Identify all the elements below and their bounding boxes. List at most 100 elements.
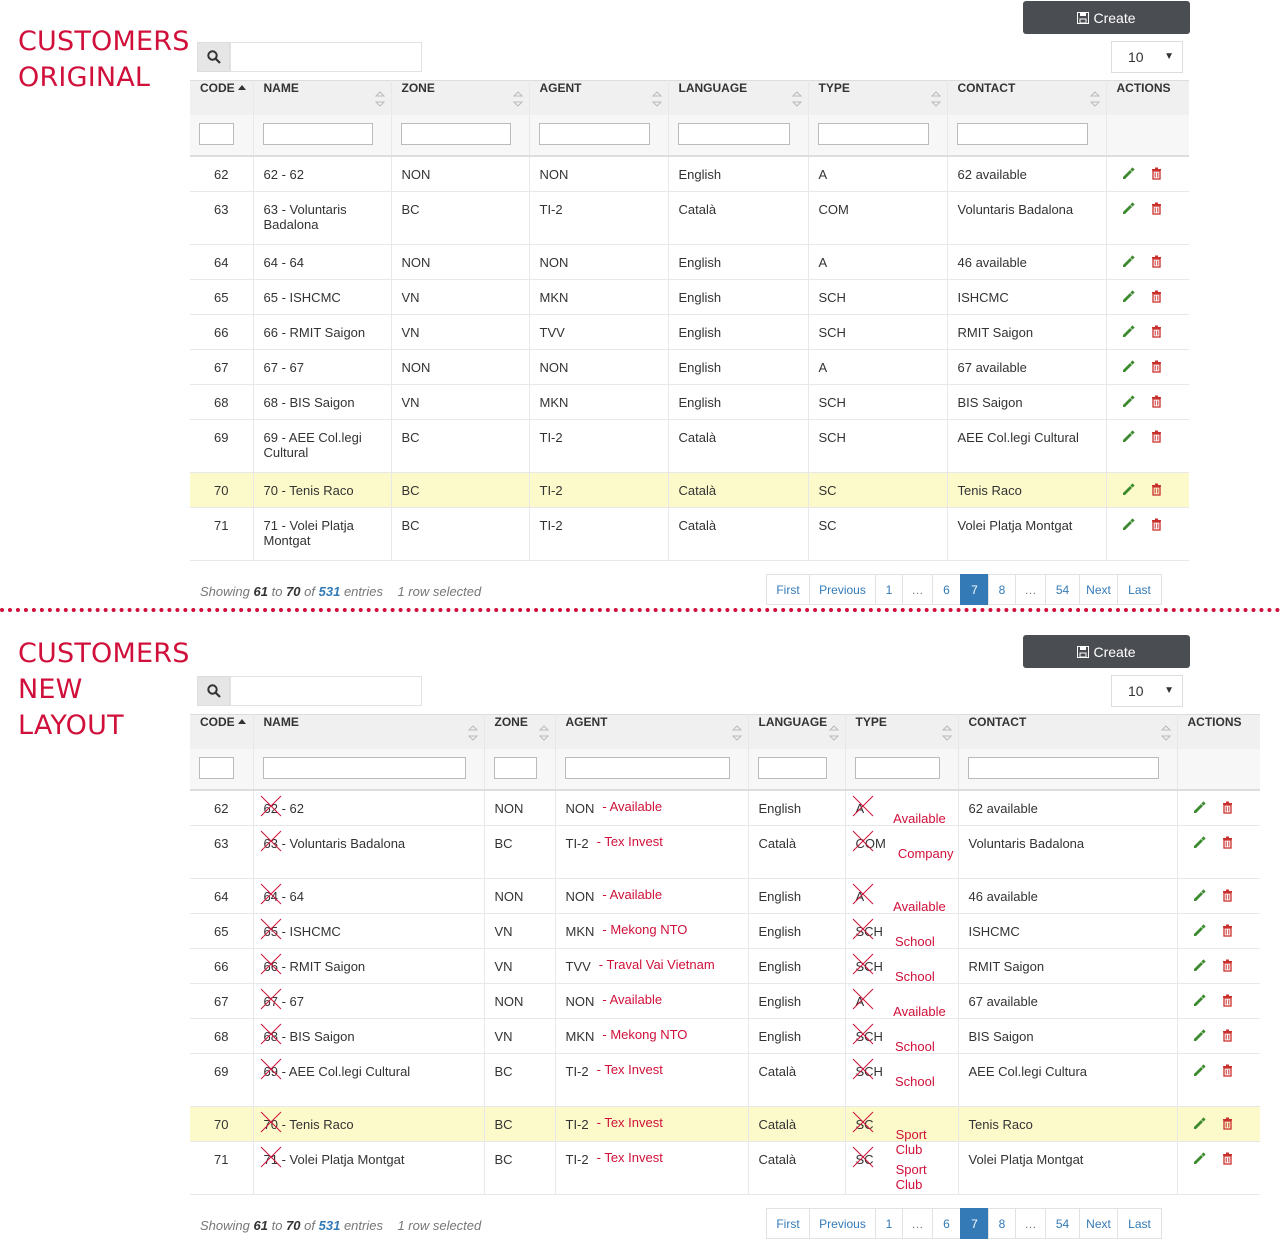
table-row[interactable]: 71 71 - Volei Platja Montgat BC TI-2 Català S… bbox=[190, 507, 1189, 561]
page-last[interactable]: Last bbox=[1117, 1208, 1162, 1239]
page-54[interactable]: 54 bbox=[1045, 574, 1080, 605]
table-row[interactable]: 6262 - 62NONNON- AvailableEnglishAAvaila… bbox=[190, 790, 1260, 826]
filter-input[interactable] bbox=[817, 123, 929, 145]
column-header-name[interactable]: NAME bbox=[253, 714, 485, 749]
delete-button[interactable] bbox=[1150, 202, 1163, 218]
edit-button[interactable] bbox=[1192, 835, 1206, 853]
table-row[interactable]: 67 67 - 67 NON NON English A 67 available bbox=[190, 349, 1189, 385]
filter-input[interactable] bbox=[493, 757, 537, 779]
delete-button[interactable] bbox=[1150, 483, 1163, 499]
edit-button[interactable] bbox=[1121, 482, 1135, 500]
edit-button[interactable] bbox=[1192, 923, 1206, 941]
page-first[interactable]: First bbox=[766, 574, 810, 605]
page-8[interactable]: 8 bbox=[988, 1208, 1016, 1239]
delete-button[interactable] bbox=[1150, 325, 1163, 341]
column-header-zone[interactable]: ZONE bbox=[484, 714, 556, 749]
delete-button[interactable] bbox=[1150, 430, 1163, 446]
page-7[interactable]: 7 bbox=[960, 574, 989, 605]
delete-button[interactable] bbox=[1150, 255, 1163, 271]
page-8[interactable]: 8 bbox=[988, 574, 1016, 605]
filter-input[interactable] bbox=[262, 123, 373, 145]
table-row[interactable]: 66 66 - RMIT Saigon VN TVV English SCH RMIT Sa… bbox=[190, 314, 1189, 350]
table-row[interactable]: 63 63 - Voluntaris Badalona BC TI-2- Tex In… bbox=[190, 825, 1260, 879]
page-first[interactable]: First bbox=[766, 1208, 810, 1239]
filter-input[interactable] bbox=[956, 123, 1088, 145]
table-row[interactable]: 65 65 - ISHCMC VN MKN English SCH ISHCMC bbox=[190, 279, 1189, 315]
page-6[interactable]: 6 bbox=[932, 574, 961, 605]
delete-button[interactable] bbox=[1221, 889, 1234, 905]
search-button[interactable] bbox=[197, 42, 230, 72]
delete-button[interactable] bbox=[1150, 395, 1163, 411]
table-row[interactable]: 65 65 - ISHCMC VN MKN - Mekong NTO English SCH… bbox=[190, 913, 1260, 949]
edit-button[interactable] bbox=[1192, 1063, 1206, 1081]
table-row[interactable]: 68 68 - BIS Saigon VN MKN English SCH BIS Saig… bbox=[190, 384, 1189, 420]
edit-button[interactable] bbox=[1121, 324, 1135, 342]
delete-button[interactable] bbox=[1221, 959, 1234, 975]
page-7[interactable]: 7 bbox=[960, 1208, 989, 1239]
edit-button[interactable] bbox=[1121, 167, 1135, 184]
edit-button[interactable] bbox=[1121, 289, 1135, 307]
table-row[interactable]: 71 71 - Volei Platja Montgat BC TI-2- Tex I… bbox=[190, 1141, 1260, 1195]
filter-input[interactable] bbox=[677, 123, 790, 145]
delete-button[interactable] bbox=[1221, 1064, 1234, 1080]
column-header-language[interactable]: LANGUAGE bbox=[748, 714, 846, 749]
delete-button[interactable] bbox=[1221, 801, 1234, 817]
delete-button[interactable] bbox=[1221, 1152, 1234, 1168]
column-header-code[interactable]: CODE bbox=[190, 714, 254, 749]
table-row[interactable]: 69 69 - AEE Col.legi Cultural BC TI-2 Català… bbox=[190, 419, 1189, 473]
edit-button[interactable] bbox=[1192, 993, 1206, 1011]
delete-button[interactable] bbox=[1150, 360, 1163, 376]
delete-button[interactable] bbox=[1221, 1117, 1234, 1133]
page-54[interactable]: 54 bbox=[1045, 1208, 1080, 1239]
column-header-name[interactable]: NAME bbox=[253, 80, 392, 115]
filter-input[interactable] bbox=[262, 757, 466, 779]
create-button[interactable]: Create bbox=[1023, 1, 1190, 34]
filter-input[interactable] bbox=[538, 123, 650, 145]
delete-button[interactable] bbox=[1221, 994, 1234, 1010]
page-last[interactable]: Last bbox=[1117, 574, 1162, 605]
edit-button[interactable] bbox=[1121, 254, 1135, 272]
delete-button[interactable] bbox=[1150, 518, 1163, 534]
page-length-select[interactable]: 10 ▼ bbox=[1111, 675, 1183, 707]
filter-input[interactable] bbox=[757, 757, 827, 779]
column-header-contact[interactable]: CONTACT bbox=[947, 80, 1107, 115]
page-1[interactable]: 1 bbox=[875, 574, 903, 605]
column-header-type[interactable]: TYPE bbox=[845, 714, 959, 749]
page-next[interactable]: Next bbox=[1079, 574, 1118, 605]
table-row[interactable]: 62 62 - 62 NON NON English A 62 available bbox=[190, 156, 1189, 192]
page-6[interactable]: 6 bbox=[932, 1208, 961, 1239]
delete-button[interactable] bbox=[1150, 290, 1163, 306]
table-row[interactable]: 68 68 - BIS Saigon VN MKN - Mekong NTO Englis… bbox=[190, 1018, 1260, 1054]
edit-button[interactable] bbox=[1192, 801, 1206, 818]
edit-button[interactable] bbox=[1121, 359, 1135, 377]
page-1[interactable]: 1 bbox=[875, 1208, 903, 1239]
filter-input[interactable] bbox=[854, 757, 940, 779]
page-previous[interactable]: Previous bbox=[809, 1208, 876, 1239]
edit-button[interactable] bbox=[1121, 429, 1135, 447]
edit-button[interactable] bbox=[1121, 201, 1135, 219]
table-row[interactable]: 69 69 - AEE Col.legi Cultural BC TI-2- Tex … bbox=[190, 1053, 1260, 1107]
table-row[interactable]: 64 64 - 64 NON NON English A 46 available bbox=[190, 244, 1189, 280]
delete-button[interactable] bbox=[1221, 836, 1234, 852]
column-header-type[interactable]: TYPE bbox=[808, 80, 948, 115]
table-row[interactable]: 70 70 - Tenis Raco BC TI-2 Català SC Tenis Rac… bbox=[190, 472, 1189, 508]
delete-button[interactable] bbox=[1150, 167, 1163, 183]
table-row[interactable]: 66 66 - RMIT Saigon VN TVV - Traval Vai Viet… bbox=[190, 948, 1260, 984]
edit-button[interactable] bbox=[1192, 1116, 1206, 1134]
filter-input[interactable] bbox=[400, 123, 511, 145]
edit-button[interactable] bbox=[1192, 958, 1206, 976]
delete-button[interactable] bbox=[1221, 1029, 1234, 1045]
column-header-zone[interactable]: ZONE bbox=[391, 80, 530, 115]
page-previous[interactable]: Previous bbox=[809, 574, 876, 605]
filter-input[interactable] bbox=[199, 123, 234, 145]
page-next[interactable]: Next bbox=[1079, 1208, 1118, 1239]
search-input[interactable] bbox=[230, 42, 422, 72]
edit-button[interactable] bbox=[1121, 517, 1135, 535]
column-header-contact[interactable]: CONTACT bbox=[958, 714, 1178, 749]
edit-button[interactable] bbox=[1192, 1028, 1206, 1046]
table-row[interactable]: 6464 - 64NONNON- AvailableEnglishAAvaila… bbox=[190, 878, 1260, 914]
edit-button[interactable] bbox=[1121, 394, 1135, 412]
edit-button[interactable] bbox=[1192, 888, 1206, 906]
column-header-language[interactable]: LANGUAGE bbox=[668, 80, 809, 115]
table-row[interactable]: 63 63 - Voluntaris Badalona BC TI-2 Català CO… bbox=[190, 191, 1189, 245]
